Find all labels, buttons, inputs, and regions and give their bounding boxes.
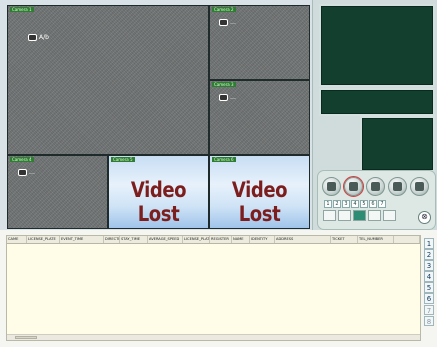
camera-tag: …: [18, 169, 35, 176]
page-number[interactable]: 1: [324, 200, 332, 208]
record-icon[interactable]: [343, 176, 364, 197]
single-layout-icon[interactable]: [323, 210, 336, 221]
camera-view-6[interactable]: Camera 6 Video Lost: [209, 155, 310, 229]
camera-view-2[interactable]: Camera 2 …: [209, 5, 310, 80]
column-header[interactable]: AVERAGE_SPEED: [148, 236, 183, 243]
table-tab[interactable]: 5: [424, 282, 434, 293]
camera-tag: …: [219, 94, 236, 101]
column-header[interactable]: IDENTITY: [250, 236, 275, 243]
camera-tag: …: [219, 19, 236, 26]
table-tab[interactable]: 4: [424, 271, 434, 282]
camera-label: Camera 5: [111, 157, 135, 162]
camera-view-1[interactable]: Camera 1 A/b: [7, 5, 209, 155]
video-lost-text: Video Lost: [231, 178, 288, 226]
camera-label: Camera 1: [10, 7, 34, 12]
horizontal-scrollbar[interactable]: [7, 334, 420, 340]
camera-icon[interactable]: [322, 177, 341, 196]
camera-label: Camera 3: [212, 82, 236, 87]
table-tab[interactable]: 8: [424, 315, 434, 327]
preview-screen-secondary: [319, 88, 435, 116]
control-panel: 1 2 3 4 5 6 7 ⊗: [312, 0, 437, 230]
six-layout-icon[interactable]: [353, 210, 366, 221]
camera-tag: A/b: [28, 34, 49, 41]
scrollbar-thumb[interactable]: [15, 336, 37, 339]
record-icon: [18, 169, 27, 176]
quad-layout-icon[interactable]: [338, 210, 351, 221]
table-tab[interactable]: 6: [424, 293, 434, 304]
column-header[interactable]: DIRECTI: [104, 236, 120, 243]
page-number[interactable]: 5: [360, 200, 368, 208]
record-icon: [219, 19, 228, 26]
camera-label: Camera 4: [10, 157, 34, 162]
column-header[interactable]: LICENSE_PLATE: [27, 236, 60, 243]
page-selector: 1 2 3 4 5 6 7: [324, 200, 386, 208]
camera-label: Camera 6: [212, 157, 236, 162]
column-header[interactable]: ADDRESS: [275, 236, 331, 243]
table-tab[interactable]: 3: [424, 260, 434, 271]
close-icon[interactable]: ⊗: [418, 211, 431, 224]
playback-icon[interactable]: [366, 177, 385, 196]
app-window: Camera 1 A/b Camera 2 … Camera 3 … Camer…: [0, 0, 437, 347]
column-header[interactable]: NAME: [232, 236, 250, 243]
page-number[interactable]: 4: [351, 200, 359, 208]
column-header[interactable]: TICKET: [331, 236, 358, 243]
table-page-tabs: 1 2 3 4 5 6 7 8: [424, 238, 436, 327]
print-icon[interactable]: [410, 177, 429, 196]
page-number[interactable]: 2: [333, 200, 341, 208]
camera-grid: Camera 1 A/b Camera 2 … Camera 3 … Camer…: [0, 0, 312, 230]
column-header[interactable]: REGISTER: [210, 236, 232, 243]
record-icon: [219, 94, 228, 101]
camera-label: Camera 2: [212, 7, 236, 12]
table-tab[interactable]: 1: [424, 238, 434, 249]
column-header[interactable]: EVENT_TIME: [60, 236, 104, 243]
page-number[interactable]: 6: [369, 200, 377, 208]
table-tab[interactable]: 7: [424, 304, 434, 316]
column-header[interactable]: TEL_NUMBER: [358, 236, 394, 243]
export-icon[interactable]: [388, 177, 407, 196]
event-table: CAME LICENSE_PLATE EVENT_TIME DIRECTI ST…: [6, 235, 421, 341]
nine-layout-icon[interactable]: [368, 210, 381, 221]
table-header: CAME LICENSE_PLATE EVENT_TIME DIRECTI ST…: [7, 236, 420, 244]
page-number[interactable]: 3: [342, 200, 350, 208]
preview-screen-small: [360, 116, 435, 172]
table-tab[interactable]: 2: [424, 249, 434, 260]
column-header-filler: [394, 236, 420, 243]
video-lost-text: Video Lost: [130, 178, 187, 226]
control-tray: 1 2 3 4 5 6 7 ⊗: [317, 170, 436, 230]
preview-screen-main: [319, 4, 435, 87]
column-header[interactable]: LICENSE_PLATE: [183, 236, 210, 243]
sixteen-layout-icon[interactable]: [383, 210, 396, 221]
camera-view-3[interactable]: Camera 3 …: [209, 80, 310, 155]
camera-view-4[interactable]: Camera 4 …: [7, 155, 108, 229]
column-header[interactable]: STAY_TIME: [120, 236, 148, 243]
camera-view-5[interactable]: Camera 5 Video Lost: [108, 155, 209, 229]
record-icon: [28, 34, 37, 41]
page-number[interactable]: 7: [378, 200, 386, 208]
column-header[interactable]: CAME: [7, 236, 27, 243]
